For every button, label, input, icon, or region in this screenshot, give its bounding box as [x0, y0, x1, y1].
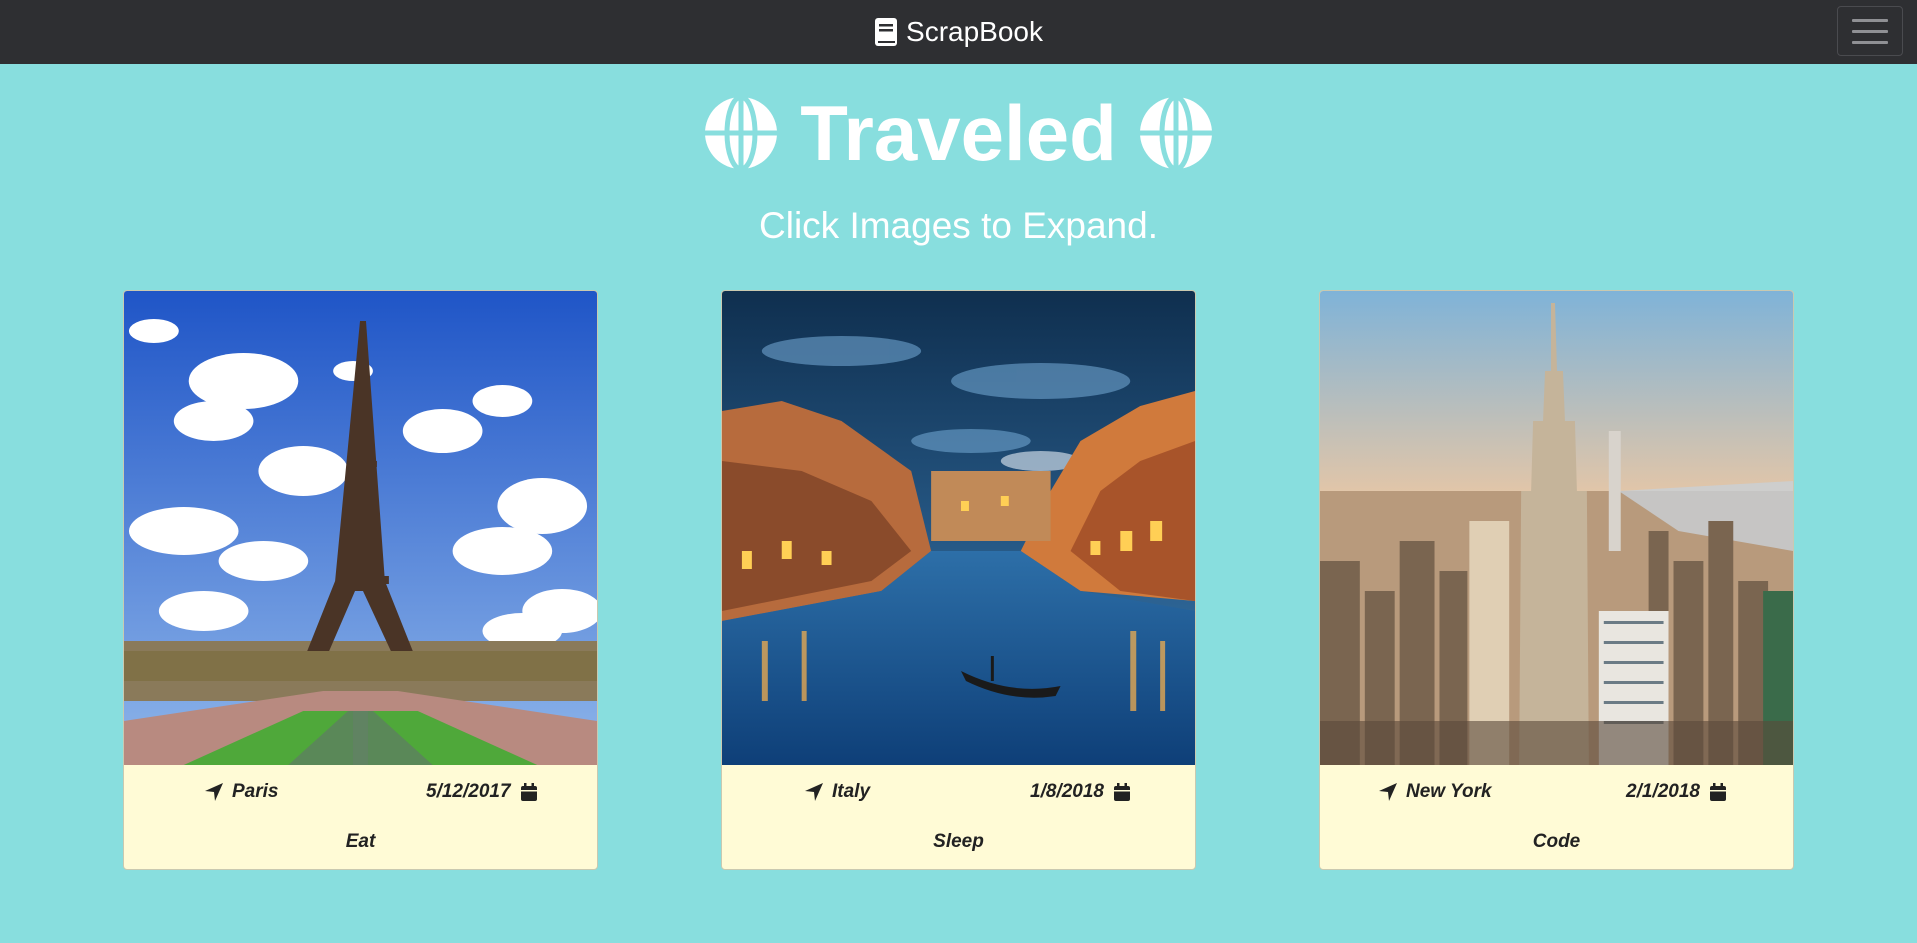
new-york-skyline-photo[interactable] — [1320, 291, 1793, 765]
card-date: 2/1/2018 — [1626, 781, 1700, 802]
page-title: Traveled — [0, 88, 1917, 178]
brand-link[interactable]: ScrapBook — [0, 0, 1917, 64]
location-arrow-icon — [1379, 783, 1397, 801]
location-arrow-icon — [805, 783, 823, 801]
calendar-icon — [520, 783, 537, 801]
navbar: ScrapBook — [0, 0, 1917, 64]
card-location: Paris — [232, 781, 279, 802]
calendar-icon — [1709, 783, 1726, 801]
card-caption: Sleep — [933, 831, 984, 852]
page-title-text: Traveled — [800, 88, 1117, 177]
globe-icon — [1139, 96, 1212, 170]
travel-card: Italy 1/8/2018 Sleep — [721, 290, 1196, 870]
brand-label: ScrapBook — [906, 16, 1043, 47]
calendar-icon — [1113, 783, 1130, 801]
card-caption: Eat — [345, 831, 376, 852]
card-date: 5/12/2017 — [426, 781, 511, 802]
card-date: 1/8/2018 — [1030, 781, 1104, 802]
card-location: New York — [1406, 781, 1492, 802]
paris-eiffel-tower-photo[interactable] — [124, 291, 597, 765]
italy-venice-canal-photo[interactable] — [722, 291, 1195, 765]
book-icon — [875, 18, 898, 46]
location-arrow-icon — [205, 783, 223, 801]
card-caption: Code — [1532, 831, 1581, 852]
hamburger-menu-icon[interactable] — [1837, 6, 1903, 56]
travel-card: Paris 5/12/2017 Eat — [123, 290, 598, 870]
travel-card: New York 2/1/2018 Code — [1319, 290, 1794, 870]
page-subtitle: Click Images to Expand. — [759, 205, 1158, 246]
card-location: Italy — [832, 781, 871, 802]
globe-icon — [705, 96, 778, 170]
